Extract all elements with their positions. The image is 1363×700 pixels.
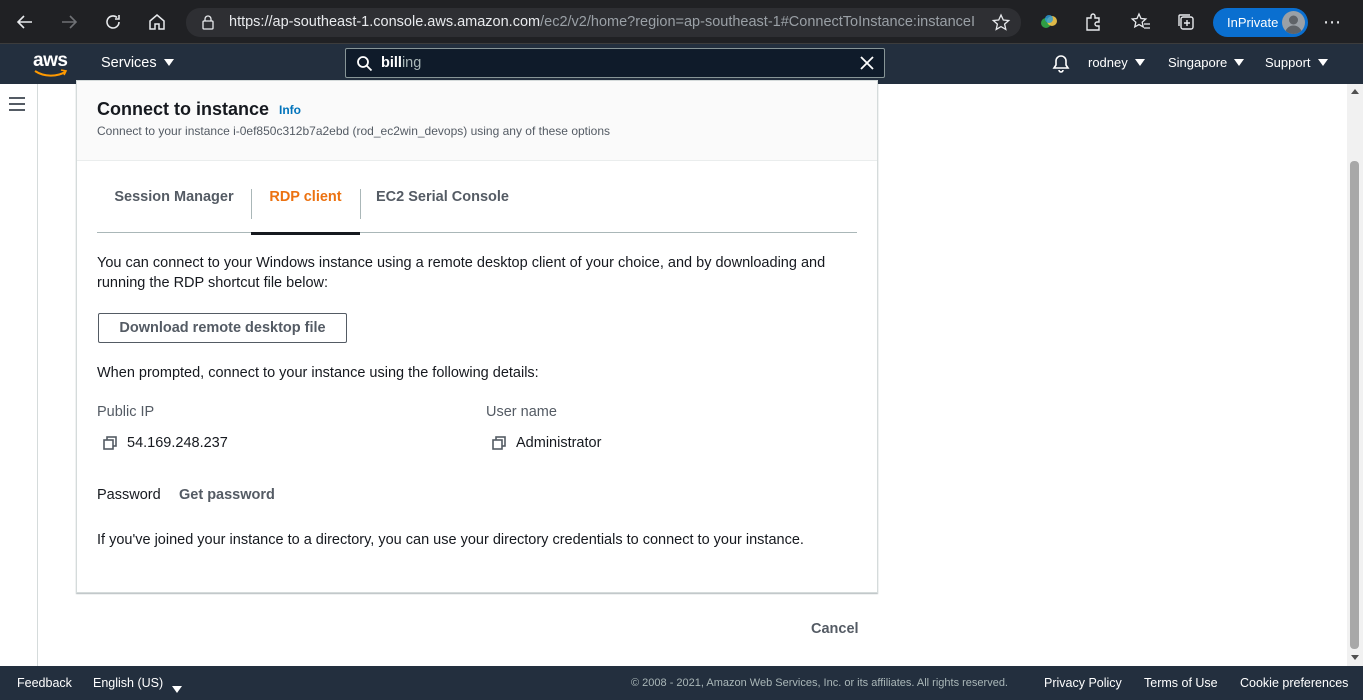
- tab-ec2-serial-console[interactable]: EC2 Serial Console: [360, 161, 525, 233]
- url-text: https://ap-southeast-1.console.aws.amazo…: [229, 14, 974, 30]
- more-options-icon[interactable]: ⋯: [1323, 12, 1345, 32]
- panel-description: Connect to your instance i-0ef850c312b7a…: [97, 124, 611, 138]
- info-link[interactable]: Info: [279, 103, 301, 117]
- caret-down-icon: [172, 686, 183, 693]
- privacy-policy-link[interactable]: Privacy Policy: [1044, 676, 1122, 690]
- rdp-intro-line-2: running the RDP shortcut file below:: [97, 275, 329, 291]
- favorites-icon[interactable]: [1130, 11, 1152, 33]
- browser-toolbar: https://ap-southeast-1.console.aws.amazo…: [0, 0, 1363, 44]
- region-menu[interactable]: Singapore: [1168, 55, 1245, 70]
- aws-smile-icon: [34, 69, 68, 77]
- connect-panel: Connect to instance Info Connect to your…: [76, 80, 878, 593]
- copy-icon[interactable]: [492, 436, 506, 450]
- inprivate-button[interactable]: InPrivate: [1213, 8, 1308, 37]
- extensions-puzzle-icon[interactable]: [1082, 11, 1104, 33]
- username-label: User name: [486, 404, 557, 420]
- caret-down-icon: [1134, 59, 1145, 67]
- support-menu[interactable]: Support: [1265, 55, 1328, 70]
- connection-tabs: Session Manager RDP client EC2 Serial Co…: [97, 161, 857, 235]
- caret-down-icon: [1317, 59, 1328, 67]
- password-label: Password: [97, 487, 161, 503]
- prompt-text: When prompted, connect to your instance …: [97, 365, 539, 381]
- page-title: Connect to instance: [97, 99, 270, 119]
- caret-down-icon: [1234, 59, 1245, 67]
- public-ip-label: Public IP: [97, 404, 155, 420]
- caret-down-icon: [163, 58, 174, 66]
- username-value: Administrator: [516, 435, 602, 451]
- get-password-button[interactable]: Get password: [179, 487, 275, 503]
- extension-icon[interactable]: [1038, 11, 1060, 33]
- scrollbar[interactable]: [1347, 84, 1363, 666]
- main-content: Connect to instance Info Connect to your…: [38, 80, 1347, 666]
- cancel-button[interactable]: Cancel: [811, 621, 859, 637]
- public-ip-value: 54.169.248.237: [127, 435, 228, 451]
- forward-icon[interactable]: [55, 8, 83, 36]
- profile-avatar: [1282, 11, 1305, 34]
- language-selector[interactable]: English (US): [93, 676, 183, 693]
- directory-credentials-text: If you've joined your instance to a dire…: [97, 532, 804, 548]
- copy-icon[interactable]: [103, 436, 117, 450]
- feedback-link[interactable]: Feedback: [17, 676, 72, 690]
- tab-session-manager[interactable]: Session Manager: [97, 161, 251, 233]
- search-icon: [357, 56, 373, 72]
- rdp-intro-line-1: You can connect to your Windows instance…: [97, 255, 826, 271]
- account-menu[interactable]: rodney: [1088, 55, 1145, 70]
- favorite-add-icon[interactable]: [991, 13, 1011, 33]
- terms-of-use-link[interactable]: Terms of Use: [1144, 676, 1218, 690]
- footer: Feedback English (US) © 2008 - 2021, Ama…: [0, 666, 1363, 700]
- notifications-bell-icon[interactable]: [1052, 54, 1070, 74]
- scroll-down-icon[interactable]: [1351, 655, 1359, 660]
- cookie-preferences-link[interactable]: Cookie preferences: [1240, 676, 1348, 690]
- address-bar[interactable]: https://ap-southeast-1.console.aws.amazo…: [186, 8, 1021, 37]
- home-icon[interactable]: [143, 8, 171, 36]
- panel-header: Connect to instance Info Connect to your…: [77, 81, 877, 161]
- hamburger-menu-icon[interactable]: [9, 97, 25, 111]
- services-menu[interactable]: Services: [101, 55, 174, 71]
- aws-logo[interactable]: aws: [33, 50, 69, 78]
- tab-rdp-client[interactable]: RDP client: [251, 161, 360, 235]
- copyright-text: © 2008 - 2021, Amazon Web Services, Inc.…: [631, 677, 1008, 689]
- refresh-icon[interactable]: [99, 8, 127, 36]
- scroll-up-icon[interactable]: [1351, 89, 1359, 94]
- lock-icon: [202, 15, 214, 30]
- search-value: billing: [381, 55, 422, 71]
- collections-icon[interactable]: [1175, 11, 1197, 33]
- inprivate-label: InPrivate: [1227, 15, 1279, 30]
- aws-top-nav: aws Services billing rodney Singapore Su…: [0, 44, 1363, 84]
- scrollbar-thumb[interactable]: [1350, 161, 1359, 649]
- back-icon[interactable]: [11, 8, 39, 36]
- download-remote-desktop-file-button[interactable]: Download remote desktop file: [98, 313, 347, 343]
- side-navigation-rail: [0, 84, 38, 666]
- search-input[interactable]: billing: [345, 48, 885, 78]
- clear-search-icon[interactable]: [859, 55, 875, 71]
